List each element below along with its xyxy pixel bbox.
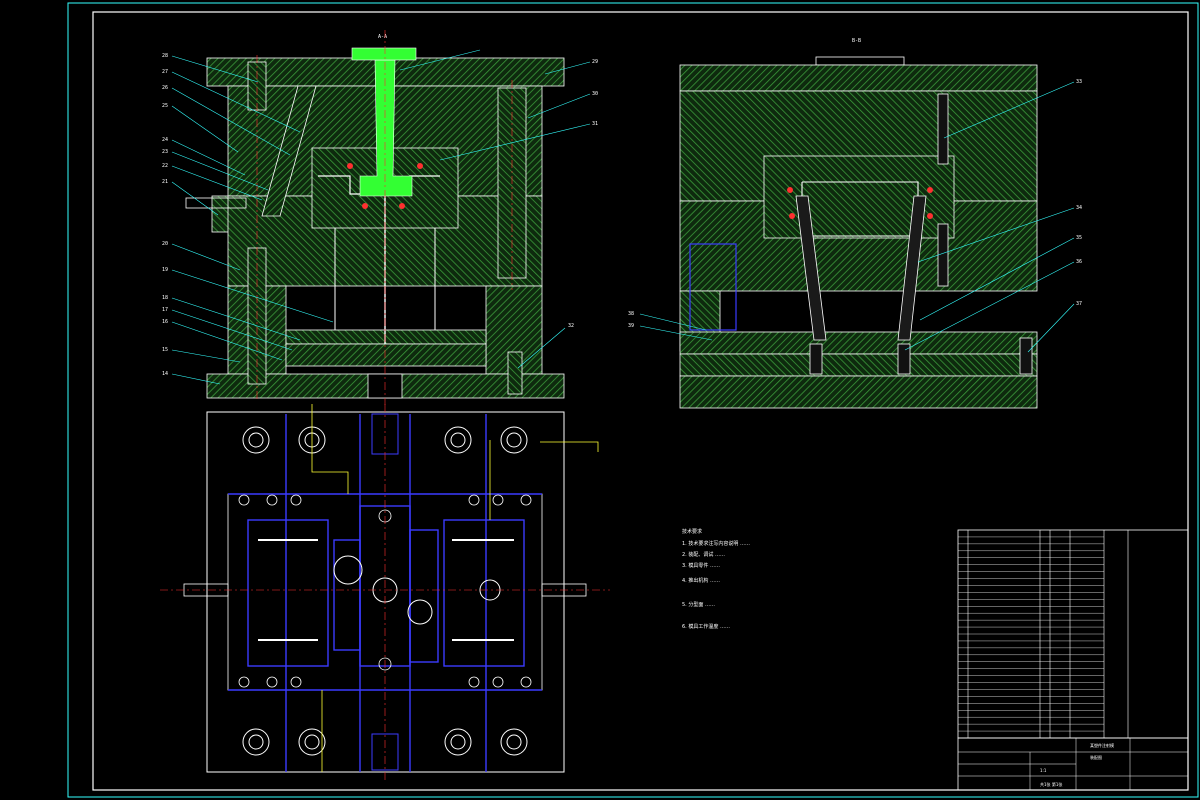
balloon-29: 29 — [592, 59, 598, 65]
balloon-38: 38 — [628, 311, 634, 317]
note-4: 4. 推出机构 …… — [682, 577, 720, 584]
balloon-27: 27 — [162, 69, 168, 75]
balloon-34: 34 — [1076, 205, 1082, 211]
balloon-20: 20 — [162, 241, 168, 247]
balloon-22: 22 — [162, 163, 168, 169]
balloon-23: 23 — [162, 149, 168, 155]
title-sheet: 共1张 第1张 — [1040, 781, 1062, 787]
balloon-37: 37 — [1076, 301, 1082, 307]
title-subname: 装配图 — [1090, 754, 1102, 760]
balloon-24: 24 — [162, 137, 168, 143]
note-1: 1. 技术要求注写内容说明 …… — [682, 540, 750, 547]
section-bb-label: B-B — [852, 38, 861, 44]
section-aa-label: A-A — [378, 34, 387, 40]
parts-list — [957, 529, 1189, 739]
balloon-16: 16 — [162, 319, 168, 325]
balloon-31: 31 — [592, 121, 598, 127]
balloon-28: 28 — [162, 53, 168, 59]
balloon-21: 21 — [162, 179, 168, 185]
main-section-view: A-A 28 27 26 25 24 23 22 21 20 19 18 17 … — [162, 30, 598, 405]
cad-drawing: A-A 28 27 26 25 24 23 22 21 20 19 18 17 … — [67, 2, 1199, 798]
notes-title: 技术要求 — [682, 528, 702, 535]
balloon-15: 15 — [162, 347, 168, 353]
balloon-39: 39 — [628, 323, 634, 329]
plan-view — [160, 404, 610, 780]
balloon-35: 35 — [1076, 235, 1082, 241]
balloon-30: 30 — [592, 91, 598, 97]
title-block: 某塑件注射模 装配图 1:1 共1张 第1张 — [957, 737, 1189, 791]
note-6: 6. 模具工作温度 …… — [682, 623, 730, 630]
title-name: 某塑件注射模 — [1090, 742, 1114, 748]
balloon-19: 19 — [162, 267, 168, 273]
technical-notes: 技术要求 1. 技术要求注写内容说明 …… 2. 装配、调试 …… 3. 模具零… — [682, 528, 750, 630]
note-2: 2. 装配、调试 …… — [682, 551, 725, 558]
balloon-33: 33 — [1076, 79, 1082, 85]
note-3: 3. 模具零件 …… — [682, 562, 720, 569]
balloon-18: 18 — [162, 295, 168, 301]
balloon-17: 17 — [162, 307, 168, 313]
balloon-32: 32 — [568, 323, 574, 329]
note-5: 5. 分型面 …… — [682, 601, 715, 608]
balloon-25: 25 — [162, 103, 168, 109]
balloon-14: 14 — [162, 371, 168, 377]
title-scale: 1:1 — [1040, 768, 1047, 773]
side-section-view: B-B 33 34 35 36 37 38 39 — [628, 38, 1082, 409]
balloon-26: 26 — [162, 85, 168, 91]
balloon-36: 36 — [1076, 259, 1082, 265]
